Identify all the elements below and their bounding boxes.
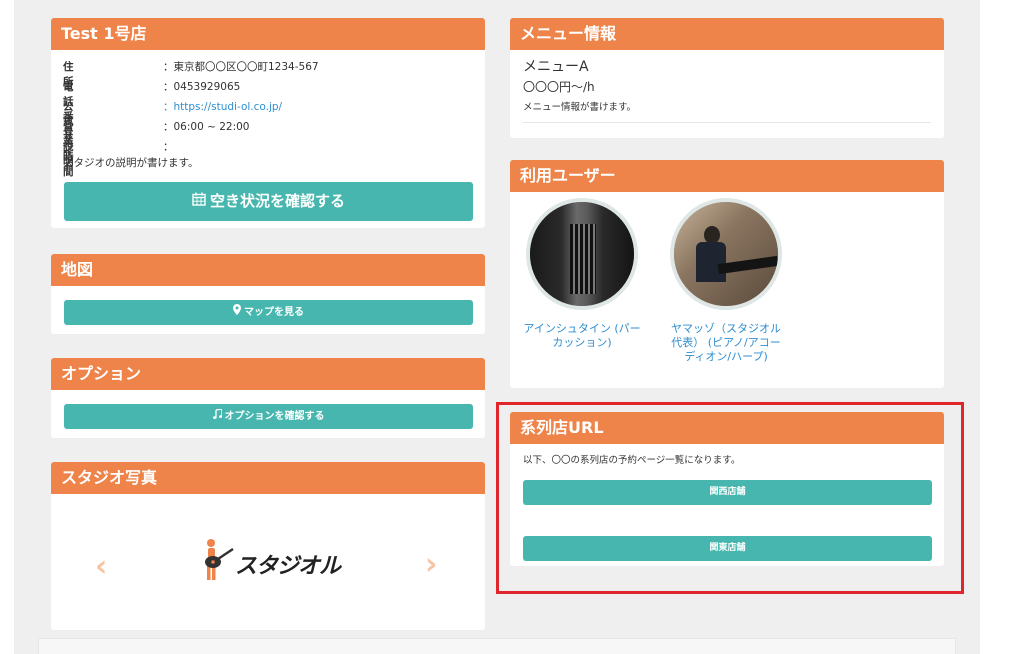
avatar-photo	[570, 224, 596, 294]
avatar-photo	[674, 202, 778, 306]
menu-info-panel: メニュー情報 メニューA 〇〇〇円～/h メニュー情報が書けます。	[510, 18, 944, 138]
avatar[interactable]	[670, 198, 782, 310]
user-card[interactable]: アインシュタイン (パーカッション)	[522, 198, 642, 350]
check-availability-label: 空き状況を確認する	[209, 192, 345, 210]
hours-value: ：06:00 ~ 22:00	[163, 121, 250, 133]
option-title: オプション	[51, 358, 485, 390]
description-text: スタジオの説明が書けます。	[63, 157, 199, 169]
bottom-panel	[38, 638, 956, 654]
phone-value: ：0453929065	[163, 81, 241, 93]
menu-divider	[523, 122, 931, 123]
option-panel: オプション オプションを確認する	[51, 358, 485, 438]
website-link[interactable]: ：https://studi-ol.co.jp/	[163, 99, 282, 114]
users-title: 利用ユーザー	[510, 160, 944, 192]
map-pin-icon	[233, 300, 241, 325]
studio-photos-panel: スタジオ写真 ‹ スタジオル ›	[51, 462, 485, 630]
carousel-next-button[interactable]: ›	[425, 550, 437, 580]
menu-name: メニューA	[523, 59, 589, 75]
map-panel: 地図 マップを見る	[51, 254, 485, 334]
address-value: ：東京都〇〇区〇〇町1234-567	[163, 61, 319, 73]
avatar-photo	[696, 242, 726, 282]
music-note-icon	[212, 404, 223, 429]
carousel-prev-button[interactable]: ‹	[95, 552, 107, 582]
view-options-label: オプションを確認する	[224, 411, 325, 422]
view-options-button[interactable]: オプションを確認する	[64, 404, 473, 429]
user-name-link[interactable]: アインシュタイン (パーカッション)	[522, 322, 642, 350]
users-panel: 利用ユーザー アインシュタイン (パーカッション) ヤマッゾ（スタジオル代表） …	[510, 160, 944, 388]
avatar[interactable]	[526, 198, 638, 310]
calendar-icon	[192, 182, 206, 221]
description-colon: ：	[163, 141, 174, 153]
user-name-link[interactable]: ヤマッゾ（スタジオル代表） (ピアノ/アコーディオン/ハープ)	[666, 322, 786, 364]
view-map-label: マップを見る	[244, 307, 304, 318]
studio-logo: スタジオル	[199, 538, 341, 584]
view-map-button[interactable]: マップを見る	[64, 300, 473, 325]
store-info-panel: Test 1号店 住所 ：東京都〇〇区〇〇町1234-567 電話番号 ：045…	[51, 18, 485, 228]
menu-price: 〇〇〇円～/h	[523, 80, 595, 94]
guitar-player-icon	[205, 539, 234, 580]
user-card[interactable]: ヤマッゾ（スタジオル代表） (ピアノ/アコーディオン/ハープ)	[666, 198, 786, 364]
highlight-box	[496, 402, 964, 594]
store-title: Test 1号店	[51, 18, 485, 50]
studio-logo-text: スタジオル	[235, 554, 341, 579]
check-availability-button[interactable]: 空き状況を確認する	[64, 182, 473, 221]
menu-description: メニュー情報が書けます。	[523, 102, 637, 113]
map-title: 地図	[51, 254, 485, 286]
studio-photos-title: スタジオ写真	[51, 462, 485, 494]
menu-info-title: メニュー情報	[510, 18, 944, 50]
